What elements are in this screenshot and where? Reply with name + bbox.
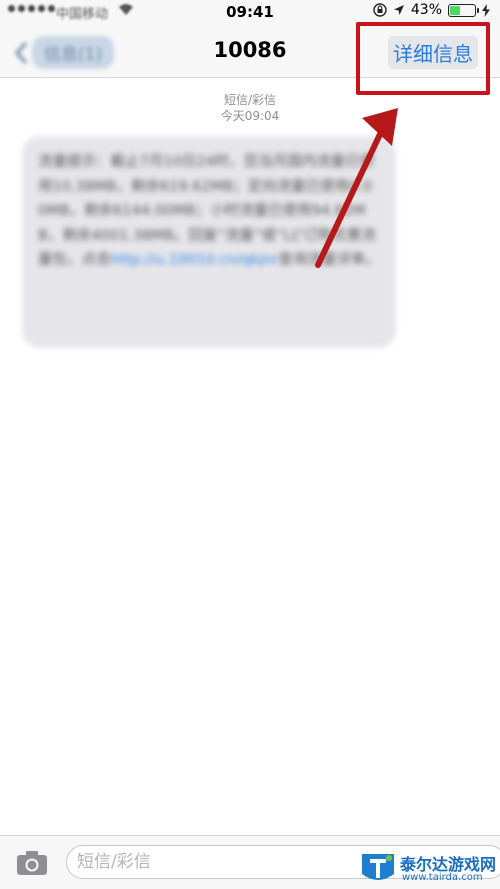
incoming-message-bubble[interactable]: 流量提示：截止7月10日24时，您当月国内流量已使用10.38MB，剩余619.… bbox=[22, 136, 396, 348]
message-text: 流量提示：截止7月10日24时，您当月国内流量已使用10.38MB，剩余619.… bbox=[38, 154, 376, 268]
message-body: 流量提示：截止7月10日24时，您当月国内流量已使用10.38MB，剩余619.… bbox=[38, 150, 380, 273]
watermark-logo-icon bbox=[362, 854, 394, 880]
message-meta: 短信/彩信 今天09:04 bbox=[0, 92, 500, 124]
message-type-label: 短信/彩信 bbox=[223, 93, 277, 107]
charging-bolt-icon bbox=[482, 3, 490, 17]
watermark-url: www.tairda.com bbox=[402, 872, 483, 883]
battery-icon bbox=[448, 3, 479, 17]
site-watermark: 泰尔达游戏网 www.tairda.com bbox=[358, 850, 500, 886]
arrow-annotation bbox=[315, 108, 398, 268]
orientation-lock-icon bbox=[373, 3, 387, 17]
battery-level-fill bbox=[450, 5, 461, 15]
camera-icon[interactable] bbox=[16, 850, 48, 876]
location-arrow-icon bbox=[393, 5, 404, 15]
highlight-annotation-box bbox=[356, 22, 490, 95]
status-bar: 中国移动 09:41 43% bbox=[0, 0, 500, 24]
message-timestamp: 今天09:04 bbox=[220, 109, 280, 123]
battery-percent: 43% bbox=[410, 2, 442, 18]
message-link[interactable]: http://u.10010.cn/qkjnr bbox=[111, 252, 279, 268]
message-text-tail: 查询流量详单。 bbox=[278, 252, 380, 268]
status-right-group: 43% bbox=[373, 2, 490, 18]
